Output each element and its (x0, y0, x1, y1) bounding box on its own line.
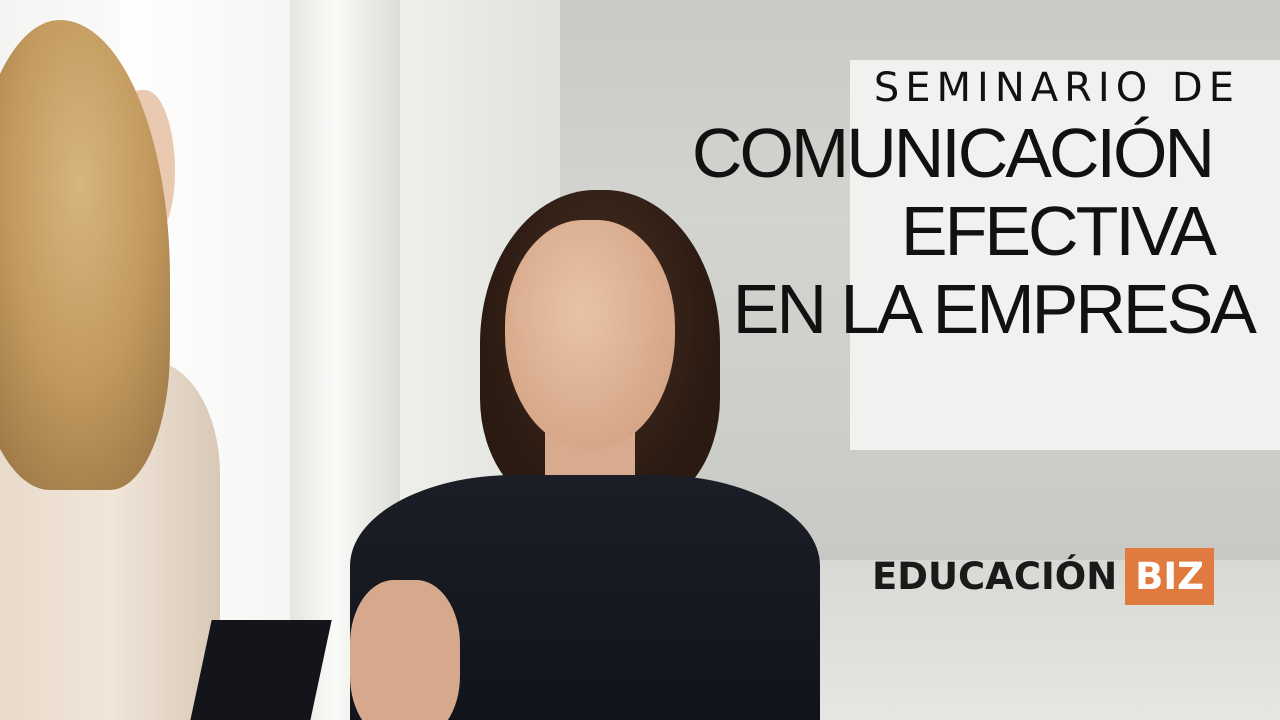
folder (188, 620, 332, 720)
brand-name: EDUCACIÓN (872, 555, 1118, 598)
woman-center-arm (350, 580, 460, 720)
title-line-3: EFECTIVA (900, 192, 1217, 270)
title-line-4: EN LA EMPRESA (732, 270, 1257, 348)
title-line-1: SEMINARIO DE (873, 65, 1240, 111)
seminar-title: SEMINARIO DE COMUNICACIÓN EFECTIVA EN LA… (614, 62, 1257, 348)
title-line-2: COMUNICACIÓN (691, 114, 1215, 192)
photo-woman-left (0, 0, 250, 720)
thumbnail-canvas: SEMINARIO DE COMUNICACIÓN EFECTIVA EN LA… (0, 0, 1280, 720)
brand-tag: BIZ (1125, 548, 1214, 605)
brand-logo: EDUCACIÓN BIZ (872, 548, 1214, 605)
